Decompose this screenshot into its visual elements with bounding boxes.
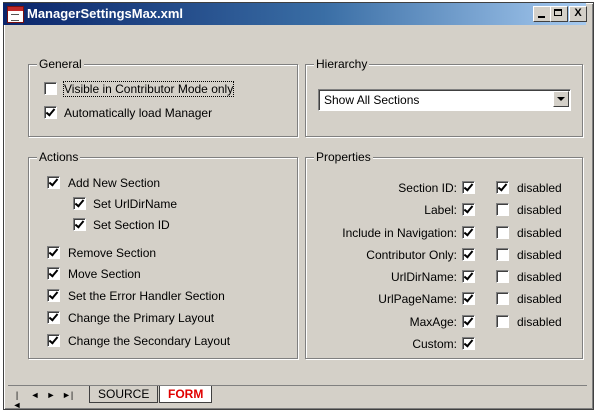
auto-load-manager-checkbox[interactable] — [44, 106, 57, 119]
property-enabled-checkbox[interactable] — [462, 226, 475, 239]
property-disabled-label: disabled — [517, 203, 562, 217]
property-enabled-checkbox[interactable] — [462, 203, 475, 216]
property-disabled-label: disabled — [517, 292, 562, 306]
actions-legend: Actions — [37, 150, 81, 164]
property-label: Contributor Only: — [366, 248, 457, 262]
property-label: Include in Navigation: — [342, 226, 457, 240]
general-legend: General — [37, 57, 84, 71]
set-error-handler-checkbox[interactable] — [47, 289, 60, 302]
last-tab-button[interactable]: ►| — [62, 390, 73, 400]
add-new-section-label[interactable]: Add New Section — [68, 176, 160, 190]
property-enabled-checkbox[interactable] — [462, 337, 475, 350]
change-secondary-layout-checkbox[interactable] — [47, 334, 60, 347]
property-disabled-checkbox[interactable] — [496, 292, 509, 305]
set-error-handler-label[interactable]: Set the Error Handler Section — [68, 289, 225, 303]
set-urldirname-checkbox[interactable] — [73, 197, 86, 210]
change-primary-layout-label[interactable]: Change the Primary Layout — [68, 311, 214, 325]
property-label: MaxAge: — [409, 315, 457, 329]
property-disabled-checkbox[interactable] — [496, 315, 509, 328]
property-disabled-checkbox[interactable] — [496, 203, 509, 216]
close-icon: X — [574, 7, 582, 19]
chevron-down-icon[interactable] — [553, 91, 569, 107]
property-disabled-checkbox[interactable] — [496, 270, 509, 283]
property-disabled-label: disabled — [517, 181, 562, 195]
prev-tab-button[interactable]: ◄ — [30, 390, 40, 400]
view-tab-bar: |◄ ◄ ► ►| SOURCE FORM — [8, 385, 587, 410]
hierarchy-selected-value: Show All Sections — [324, 93, 420, 107]
move-section-label[interactable]: Move Section — [68, 267, 141, 281]
minimize-button[interactable] — [533, 6, 551, 22]
property-label: Label: — [424, 203, 457, 217]
first-tab-button[interactable]: |◄ — [12, 390, 22, 410]
title-bar[interactable]: ManagerSettingsMax.xml X — [3, 3, 587, 25]
change-primary-layout-checkbox[interactable] — [47, 311, 60, 324]
close-button[interactable]: X — [569, 6, 587, 22]
move-section-checkbox[interactable] — [47, 267, 60, 280]
visible-contributor-only-checkbox[interactable] — [44, 82, 57, 95]
hierarchy-select[interactable]: Show All Sections — [318, 89, 571, 111]
property-disabled-label: disabled — [517, 315, 562, 329]
property-enabled-checkbox[interactable] — [462, 248, 475, 261]
property-label: UrlDirName: — [391, 270, 457, 284]
set-section-id-label[interactable]: Set Section ID — [93, 218, 170, 232]
property-enabled-checkbox[interactable] — [462, 270, 475, 283]
window-title: ManagerSettingsMax.xml — [27, 6, 184, 21]
property-enabled-checkbox[interactable] — [462, 181, 475, 194]
hierarchy-legend: Hierarchy — [314, 57, 370, 71]
property-enabled-checkbox[interactable] — [462, 315, 475, 328]
remove-section-label[interactable]: Remove Section — [68, 246, 156, 260]
property-disabled-checkbox[interactable] — [496, 248, 509, 261]
property-disabled-label: disabled — [517, 248, 562, 262]
property-disabled-label: disabled — [517, 270, 562, 284]
property-disabled-checkbox[interactable] — [496, 181, 509, 194]
visible-contributor-only-label[interactable]: Visible in Contributor Mode only — [62, 81, 235, 97]
property-enabled-checkbox[interactable] — [462, 292, 475, 305]
maximize-button[interactable] — [550, 6, 568, 22]
remove-section-checkbox[interactable] — [47, 246, 60, 259]
add-new-section-checkbox[interactable] — [47, 176, 60, 189]
tab-source[interactable]: SOURCE — [89, 386, 159, 403]
property-label: Section ID: — [398, 181, 457, 195]
property-disabled-label: disabled — [517, 226, 562, 240]
property-label: UrlPageName: — [378, 292, 457, 306]
change-secondary-layout-label[interactable]: Change the Secondary Layout — [68, 334, 230, 348]
maximize-icon — [554, 9, 562, 16]
properties-legend: Properties — [314, 150, 373, 164]
next-tab-button[interactable]: ► — [46, 390, 56, 400]
minimize-icon — [538, 16, 545, 18]
xml-file-icon — [7, 6, 24, 23]
set-section-id-checkbox[interactable] — [73, 218, 86, 231]
auto-load-manager-label[interactable]: Automatically load Manager — [64, 106, 212, 120]
property-label: Custom: — [412, 337, 457, 351]
tab-form[interactable]: FORM — [159, 386, 213, 403]
property-disabled-checkbox[interactable] — [496, 226, 509, 239]
set-urldirname-label[interactable]: Set UrlDirName — [93, 197, 177, 211]
general-group — [28, 64, 298, 137]
